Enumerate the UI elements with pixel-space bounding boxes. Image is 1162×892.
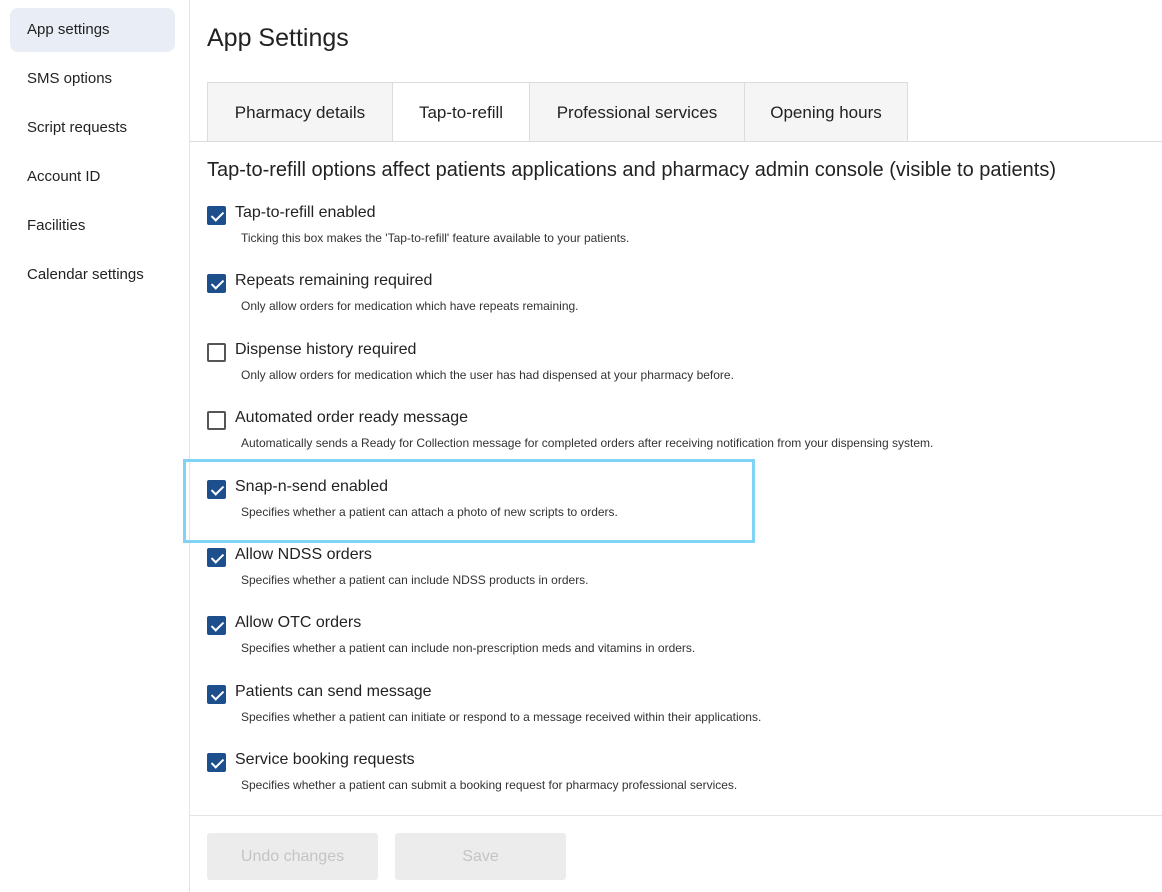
option-repeats-remaining-required: Repeats remaining required Only allow or…: [207, 272, 1147, 340]
checkbox[interactable]: [207, 616, 226, 636]
options-list: Tap-to-refill enabled Ticking this box m…: [183, 204, 1147, 820]
sidebar: App settings SMS options Script requests…: [0, 0, 190, 892]
option-label[interactable]: Automated order ready message: [235, 409, 468, 427]
checkbox[interactable]: [207, 274, 226, 294]
checkbox[interactable]: [207, 753, 226, 773]
tab-tap-to-refill[interactable]: Tap-to-refill: [392, 82, 530, 142]
option-description: Specifies whether a patient can attach a…: [241, 504, 618, 519]
sidebar-item-app-settings[interactable]: App settings: [10, 8, 175, 52]
main-content: App Settings Pharmacy details Tap-to-ref…: [183, 0, 1162, 892]
option-allow-otc-orders: Allow OTC orders Specifies whether a pat…: [207, 614, 1147, 682]
sidebar-nav: App settings SMS options Script requests…: [0, 0, 189, 297]
checkbox[interactable]: [207, 479, 226, 499]
tab-bar: Pharmacy details Tap-to-refill Professio…: [207, 82, 908, 142]
sidebar-item-account-id[interactable]: Account ID: [10, 155, 175, 199]
sidebar-item-script-requests[interactable]: Script requests: [10, 106, 175, 150]
option-label[interactable]: Repeats remaining required: [235, 272, 432, 290]
section-heading: Tap-to-refill options affect patients ap…: [207, 159, 1056, 181]
save-button[interactable]: Save: [395, 833, 566, 880]
option-label[interactable]: Patients can send message: [235, 683, 432, 701]
option-allow-ndss-orders: Allow NDSS orders Specifies whether a pa…: [207, 546, 1147, 614]
option-automated-order-ready-message: Automated order ready message Automatica…: [207, 409, 1147, 477]
page-title: App Settings: [207, 24, 349, 52]
sidebar-item-calendar-settings[interactable]: Calendar settings: [10, 253, 175, 297]
option-label[interactable]: Allow OTC orders: [235, 614, 361, 632]
option-dispense-history-required: Dispense history required Only allow ord…: [207, 341, 1147, 409]
checkbox[interactable]: [207, 684, 226, 704]
sidebar-item-facilities[interactable]: Facilities: [10, 204, 175, 248]
option-label[interactable]: Tap-to-refill enabled: [235, 204, 376, 222]
option-label[interactable]: Allow NDSS orders: [235, 546, 372, 564]
option-description: Specifies whether a patient can include …: [241, 641, 696, 656]
option-tap-to-refill-enabled: Tap-to-refill enabled Ticking this box m…: [207, 204, 1147, 272]
option-description: Specifies whether a patient can include …: [241, 572, 589, 587]
option-description: Only allow orders for medication which h…: [241, 299, 579, 314]
checkbox[interactable]: [207, 411, 226, 431]
option-service-booking-requests: Service booking requests Specifies wheth…: [207, 751, 1147, 819]
checkbox[interactable]: [207, 206, 226, 225]
footer-divider: [190, 815, 1162, 816]
option-description: Specifies whether a patient can initiate…: [241, 709, 762, 724]
tab-opening-hours[interactable]: Opening hours: [744, 82, 908, 142]
option-label[interactable]: Snap-n-send enabled: [235, 478, 388, 496]
option-description: Only allow orders for medication which t…: [241, 367, 734, 382]
checkbox[interactable]: [207, 547, 226, 567]
option-label[interactable]: Dispense history required: [235, 341, 416, 359]
checkbox[interactable]: [207, 342, 226, 362]
sidebar-item-sms-options[interactable]: SMS options: [10, 57, 175, 101]
tab-professional-services[interactable]: Professional services: [529, 82, 745, 142]
option-label[interactable]: Service booking requests: [235, 751, 415, 769]
option-snap-n-send-enabled: Snap-n-send enabled Specifies whether a …: [207, 478, 1147, 546]
option-description: Ticking this box makes the 'Tap-to-refil…: [241, 231, 630, 245]
undo-changes-button[interactable]: Undo changes: [207, 833, 378, 880]
option-patients-can-send-message: Patients can send message Specifies whet…: [207, 683, 1147, 751]
option-description: Specifies whether a patient can submit a…: [241, 778, 738, 793]
tab-pharmacy-details[interactable]: Pharmacy details: [207, 82, 393, 142]
option-description: Automatically sends a Ready for Collecti…: [241, 436, 934, 451]
tab-divider: [190, 141, 1162, 142]
